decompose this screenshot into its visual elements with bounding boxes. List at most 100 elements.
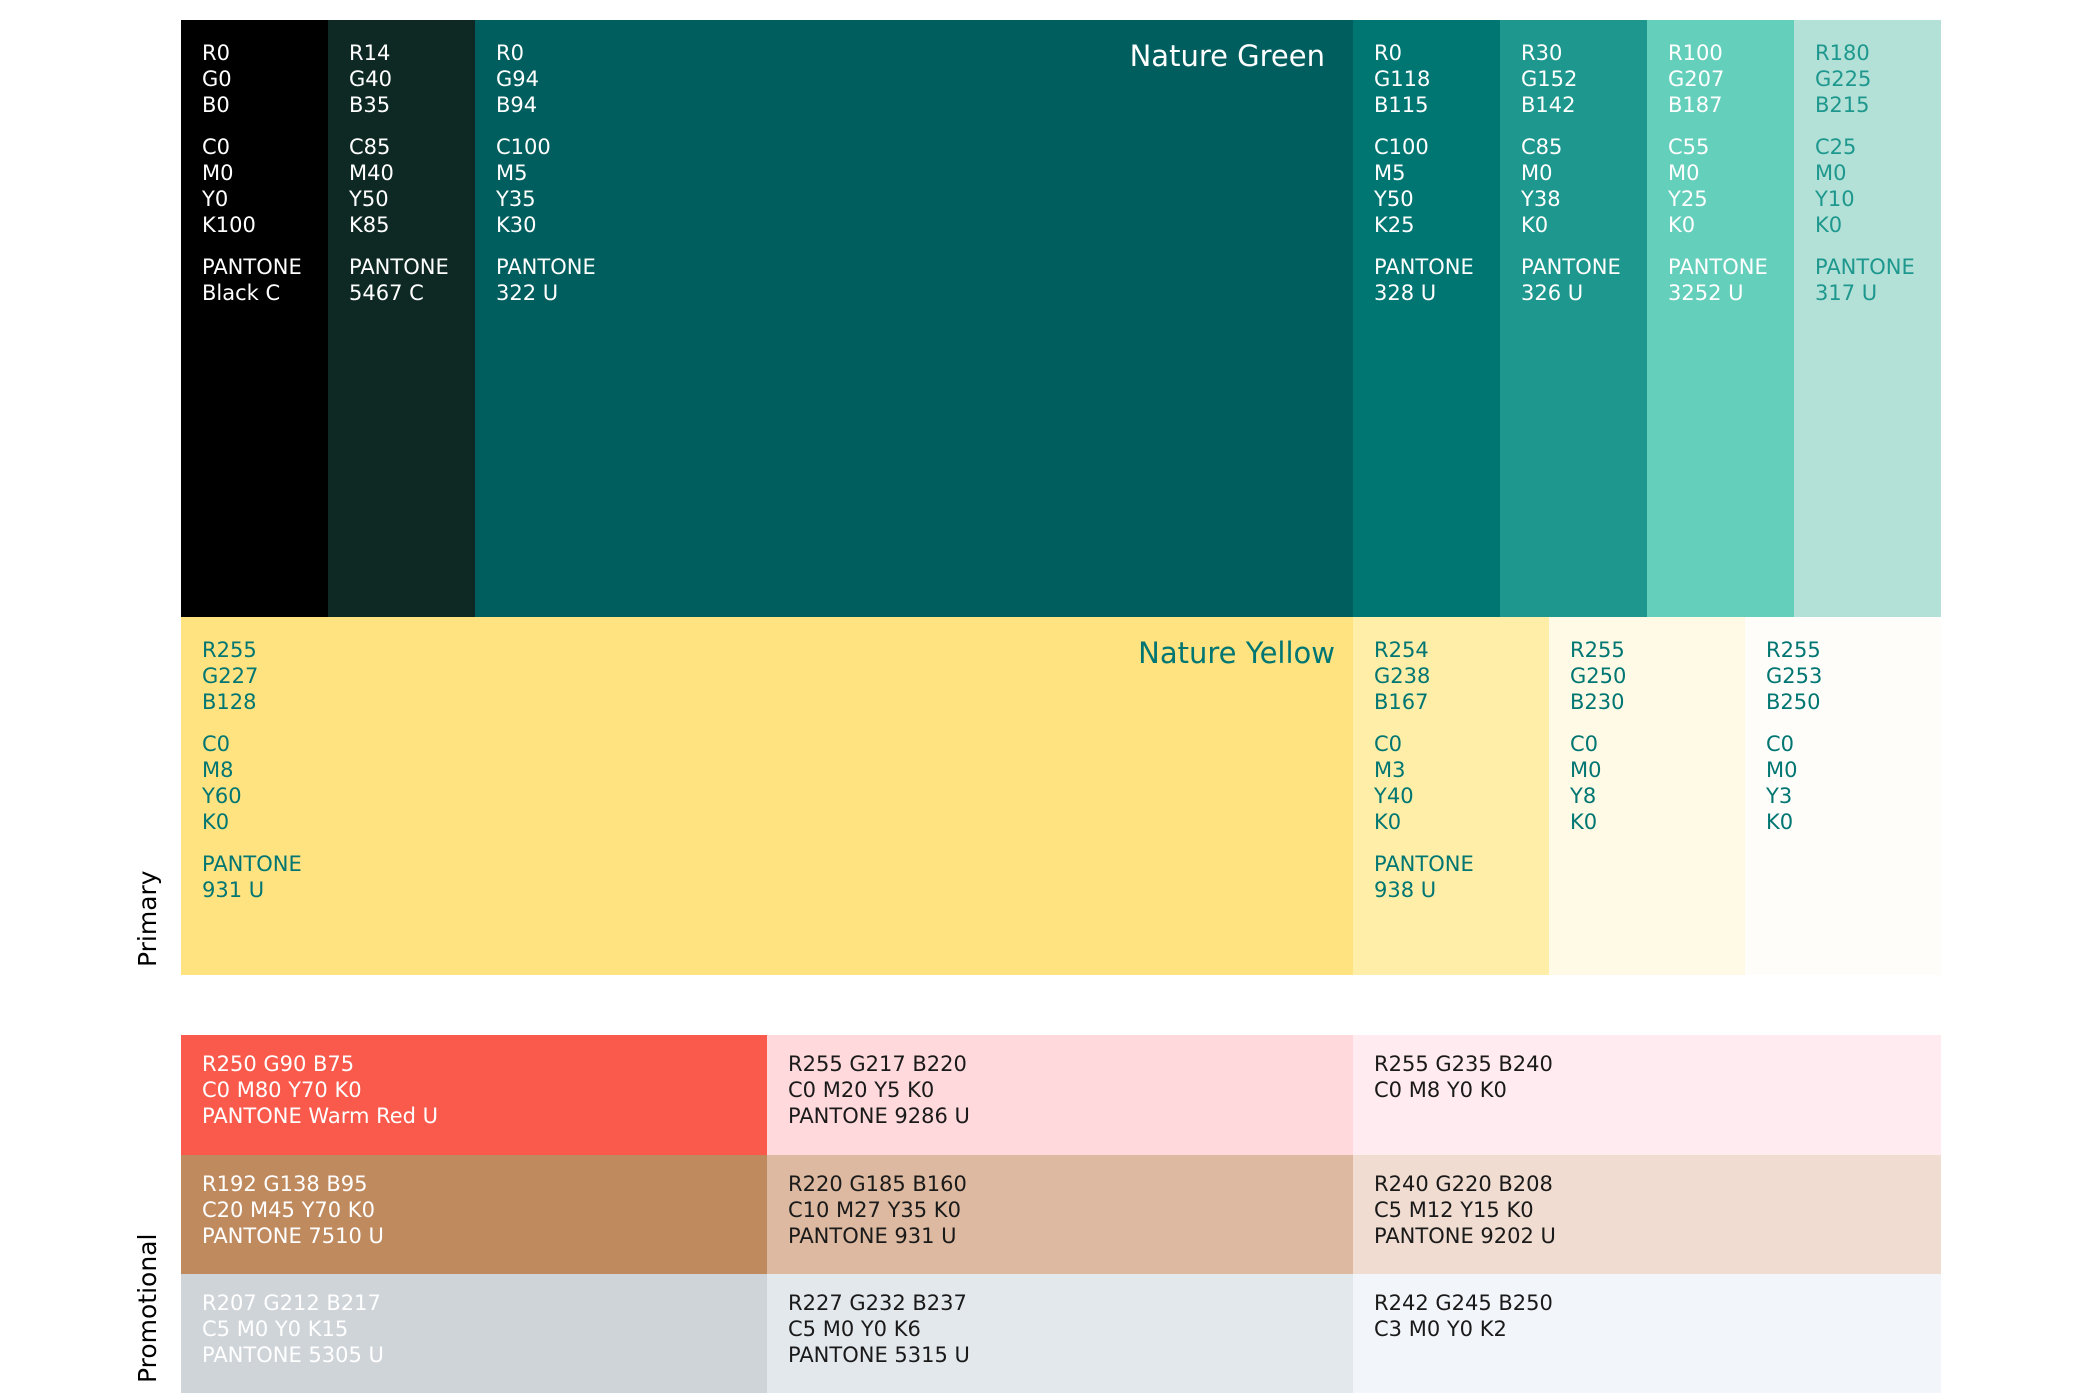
pantone-line: PANTONE bbox=[1374, 852, 1474, 876]
rgb-line: G152 bbox=[1521, 67, 1578, 91]
spec-line: R242 G245 B250 bbox=[1374, 1291, 1553, 1315]
rgb-values: R0 G0 B0 bbox=[202, 40, 302, 118]
cmyk-line: M8 bbox=[202, 758, 234, 782]
pantone-line: 322 U bbox=[496, 281, 559, 305]
spec-line: C0 M20 Y5 K0 bbox=[788, 1078, 935, 1102]
swatch-promo-4: R192 G138 B95 C20 M45 Y70 K0 PANTONE 7510 … bbox=[181, 1155, 767, 1274]
rgb-line: B142 bbox=[1521, 93, 1576, 117]
swatch-green-2: R14 G40 B35 C85 M40 Y50 K85 PANTONE 5467 C bbox=[328, 20, 475, 617]
rgb-values: R255 G227 B128 bbox=[202, 637, 302, 715]
cmyk-line: M0 bbox=[1570, 758, 1602, 782]
color-spec: R100 G207 B187 C55 M0 Y25 K0 PANTONE 3252 U bbox=[1668, 40, 1768, 306]
cmyk-values: C0 M0 Y0 K100 bbox=[202, 134, 302, 238]
rgb-line: R0 bbox=[496, 41, 524, 65]
rgb-line: B128 bbox=[202, 690, 257, 714]
cmyk-line: Y38 bbox=[1521, 187, 1561, 211]
cmyk-line: C100 bbox=[1374, 135, 1429, 159]
swatch-promo-6: R240 G220 B208 C5 M12 Y15 K0 PANTONE 9202 … bbox=[1353, 1155, 1941, 1274]
cmyk-line: K0 bbox=[1766, 810, 1794, 834]
rgb-values: R180 G225 B215 bbox=[1815, 40, 1915, 118]
cmyk-line: C25 bbox=[1815, 135, 1857, 159]
rgb-line: R0 bbox=[1374, 41, 1402, 65]
cmyk-line: K25 bbox=[1374, 213, 1415, 237]
cmyk-line: Y8 bbox=[1570, 784, 1597, 808]
cmyk-line: Y40 bbox=[1374, 784, 1414, 808]
color-spec: R14 G40 B35 C85 M40 Y50 K85 PANTONE 5467 C bbox=[349, 40, 449, 306]
swatch-promo-9: R242 G245 B250 C3 M0 Y0 K2 bbox=[1353, 1274, 1941, 1393]
pantone-line: 938 U bbox=[1374, 878, 1437, 902]
spec-line: R207 G212 B217 bbox=[202, 1291, 381, 1315]
swatch-yellow-4: R255 G253 B250 C0 M0 Y3 K0 bbox=[1745, 617, 1941, 975]
color-spec: R250 G90 B75 C0 M80 Y70 K0 PANTONE Warm Re… bbox=[202, 1051, 438, 1129]
cmyk-line: M0 bbox=[1815, 161, 1847, 185]
cmyk-values: C100 M5 Y50 K25 bbox=[1374, 134, 1474, 238]
rgb-values: R0 G118 B115 bbox=[1374, 40, 1474, 118]
spec-line: C0 M80 Y70 K0 bbox=[202, 1078, 362, 1102]
pantone-line: PANTONE bbox=[496, 255, 596, 279]
cmyk-line: Y35 bbox=[496, 187, 536, 211]
color-spec: R0 G94 B94 C100 M5 Y35 K30 PANTONE 322 U bbox=[496, 40, 596, 306]
swatch-yellow-1: R255 G227 B128 C0 M8 Y60 K0 PANTONE 931 U Nature … bbox=[181, 617, 1353, 975]
cmyk-line: K0 bbox=[1521, 213, 1549, 237]
cmyk-values: C0 M0 Y3 K0 bbox=[1766, 731, 1822, 835]
spec-line: R240 G220 B208 bbox=[1374, 1172, 1553, 1196]
color-spec: R240 G220 B208 C5 M12 Y15 K0 PANTONE 9202 … bbox=[1374, 1171, 1556, 1249]
swatch-green-7: R180 G225 B215 C25 M0 Y10 K0 PANTONE 317 U bbox=[1794, 20, 1941, 617]
color-spec: R0 G118 B115 C100 M5 Y50 K25 PANTONE 328 U bbox=[1374, 40, 1474, 306]
pantone-code: PANTONE 5467 C bbox=[349, 254, 449, 306]
cmyk-line: C85 bbox=[1521, 135, 1563, 159]
rgb-line: R100 bbox=[1668, 41, 1723, 65]
pantone-line: PANTONE bbox=[1815, 255, 1915, 279]
cmyk-line: Y3 bbox=[1766, 784, 1793, 808]
cmyk-line: Y60 bbox=[202, 784, 242, 808]
pantone-code: PANTONE Black C bbox=[202, 254, 302, 306]
spec-line: PANTONE 7510 U bbox=[202, 1224, 384, 1248]
spec-line: PANTONE Warm Red U bbox=[202, 1104, 439, 1128]
cmyk-line: Y25 bbox=[1668, 187, 1708, 211]
color-spec: R192 G138 B95 C20 M45 Y70 K0 PANTONE 7510 … bbox=[202, 1171, 384, 1249]
rgb-line: G225 bbox=[1815, 67, 1872, 91]
pantone-line: Black C bbox=[202, 281, 281, 305]
pantone-line: PANTONE bbox=[202, 255, 302, 279]
spec-line: PANTONE 5305 U bbox=[202, 1343, 384, 1367]
cmyk-values: C0 M0 Y8 K0 bbox=[1570, 731, 1626, 835]
cmyk-line: M5 bbox=[1374, 161, 1406, 185]
cmyk-line: M0 bbox=[202, 161, 234, 185]
rgb-line: R255 bbox=[1570, 638, 1625, 662]
rgb-values: R100 G207 B187 bbox=[1668, 40, 1768, 118]
color-spec: R220 G185 B160 C10 M27 Y35 K0 PANTONE 931 … bbox=[788, 1171, 967, 1249]
pantone-code: PANTONE 328 U bbox=[1374, 254, 1474, 306]
spec-line: R227 G232 B237 bbox=[788, 1291, 967, 1315]
cmyk-line: C0 bbox=[202, 732, 231, 756]
cmyk-line: K0 bbox=[202, 810, 230, 834]
pantone-code: PANTONE 938 U bbox=[1374, 851, 1474, 903]
cmyk-values: C25 M0 Y10 K0 bbox=[1815, 134, 1915, 238]
spec-line: R192 G138 B95 bbox=[202, 1172, 368, 1196]
pantone-code: PANTONE 317 U bbox=[1815, 254, 1915, 306]
swatch-green-4: R0 G118 B115 C100 M5 Y50 K25 PANTONE 328 U bbox=[1353, 20, 1500, 617]
spec-line: R220 G185 B160 bbox=[788, 1172, 967, 1196]
cmyk-values: C85 M0 Y38 K0 bbox=[1521, 134, 1621, 238]
rgb-line: B250 bbox=[1766, 690, 1821, 714]
spec-line: C0 M8 Y0 K0 bbox=[1374, 1078, 1507, 1102]
cmyk-line: M3 bbox=[1374, 758, 1406, 782]
cmyk-line: Y50 bbox=[1374, 187, 1414, 211]
spec-line: C5 M12 Y15 K0 bbox=[1374, 1198, 1534, 1222]
cmyk-line: M5 bbox=[496, 161, 528, 185]
rgb-line: G253 bbox=[1766, 664, 1823, 688]
swatch-title: Nature Green bbox=[1129, 39, 1325, 73]
pantone-code: PANTONE 931 U bbox=[202, 851, 302, 903]
rgb-line: G207 bbox=[1668, 67, 1725, 91]
pantone-code: PANTONE 322 U bbox=[496, 254, 596, 306]
swatch-yellow-3: R255 G250 B230 C0 M0 Y8 K0 bbox=[1549, 617, 1745, 975]
cmyk-line: K85 bbox=[349, 213, 390, 237]
cmyk-line: K30 bbox=[496, 213, 537, 237]
rgb-line: B187 bbox=[1668, 93, 1723, 117]
cmyk-line: C85 bbox=[349, 135, 391, 159]
cmyk-values: C0 M8 Y60 K0 bbox=[202, 731, 302, 835]
rgb-line: B35 bbox=[349, 93, 391, 117]
swatch-green-5: R30 G152 B142 C85 M0 Y38 K0 PANTONE 326 U bbox=[1500, 20, 1647, 617]
spec-line: PANTONE 9202 U bbox=[1374, 1224, 1556, 1248]
swatch-green-3: R0 G94 B94 C100 M5 Y35 K30 PANTONE 322 U Nature G… bbox=[475, 20, 1353, 617]
spec-line: C3 M0 Y0 K2 bbox=[1374, 1317, 1507, 1341]
